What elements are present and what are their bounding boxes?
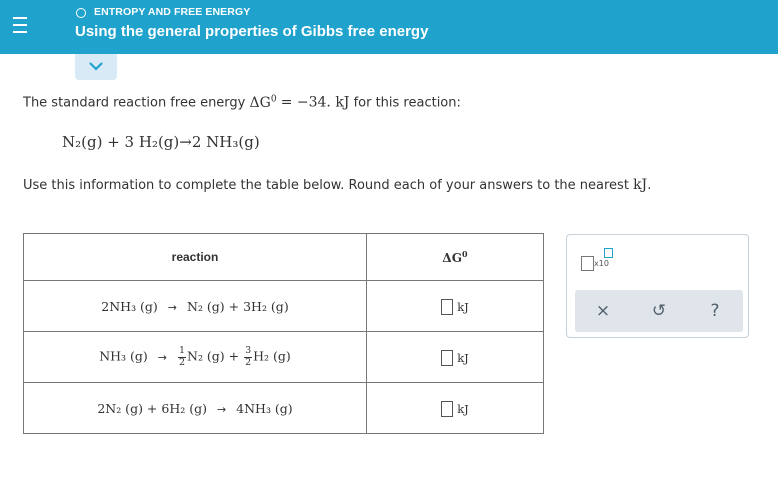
topic-label: ENTROPY AND FREE ENERGY: [94, 6, 251, 18]
x10-label: x10: [594, 259, 609, 268]
undo-icon: ↺: [651, 301, 667, 321]
answer-input[interactable]: [441, 401, 454, 417]
expand-tab[interactable]: [75, 54, 117, 80]
instructions-text: Use this information to complete the tab…: [23, 178, 629, 193]
help-button[interactable]: ?: [687, 290, 743, 332]
dg-symbol: ΔG0: [249, 94, 277, 111]
column-header-reaction: reaction: [23, 233, 367, 281]
answer-input[interactable]: [441, 350, 454, 366]
reaction-right: N₂ (g) + 3H₂ (g): [187, 298, 289, 314]
reaction-cell: 2N₂ (g) + 6H₂ (g) → 4NH₃ (g): [23, 382, 367, 434]
reaction-arrow: →: [157, 350, 167, 364]
instructions-period: .: [647, 178, 652, 193]
reaction-arrow: →: [167, 300, 178, 314]
hamburger-icon: [13, 17, 27, 19]
reaction-left: 2N₂ (g) + 6H₂ (g): [97, 400, 207, 416]
dg-header-symbol: ΔG: [442, 251, 462, 265]
reaction-cell: 2NH₃ (g) → N₂ (g) + 3H₂ (g): [23, 280, 367, 332]
chevron-down-icon: [89, 62, 103, 71]
unit-label: kJ: [457, 351, 469, 365]
reaction-left: 2NH₃ (g): [101, 298, 158, 314]
dg-value: = −34. kJ: [280, 94, 350, 111]
hamburger-icon-line: [13, 31, 27, 33]
intro-prefix: The standard reaction free energy: [23, 95, 246, 111]
page-title: Using the general properties of Gibbs fr…: [75, 23, 429, 40]
intro-suffix: for this reaction:: [353, 95, 461, 111]
fraction-numerator: 1: [177, 345, 186, 358]
unit-label: kJ: [457, 300, 469, 314]
answer-cell: kJ: [366, 331, 544, 383]
table-row: 2N₂ (g) + 6H₂ (g) → 4NH₃ (g) kJ: [23, 382, 544, 434]
header-bar: ENTROPY AND FREE ENERGY Using the genera…: [0, 0, 778, 54]
reaction-arrow: →: [216, 402, 227, 416]
topic-circle-icon: [76, 8, 86, 18]
table-row: 2NH₃ (g) → N₂ (g) + 3H₂ (g) kJ: [23, 280, 544, 332]
mantissa-box-icon: [581, 256, 594, 271]
fraction-denominator: 2: [178, 356, 185, 368]
table-header-row: reaction ΔG0: [23, 233, 544, 281]
scientific-notation-button[interactable]: x10: [581, 248, 613, 271]
tool-buttons-row: × ↺ ?: [575, 290, 743, 332]
dg-symbol-text: ΔG: [249, 94, 271, 111]
fraction-numerator: 3: [244, 345, 253, 358]
problem-intro: The standard reaction free energy ΔG0 = …: [23, 94, 461, 111]
column-header-dg: ΔG0: [366, 233, 544, 281]
close-icon: ×: [595, 301, 611, 321]
reaction-table: reaction ΔG0 2NH₃ (g) → N₂ (g) + 3H₂ (g)…: [23, 233, 544, 434]
reaction-term: H₂ (g): [253, 348, 291, 364]
reaction-equation: N₂(g) + 3 H₂(g)→2 NH₃(g): [62, 133, 260, 151]
clear-button[interactable]: ×: [575, 290, 631, 332]
exponent-box-icon: [604, 248, 613, 258]
fraction-denominator: 2: [245, 356, 252, 368]
dg-superscript: 0: [270, 94, 277, 104]
answer-cell: kJ: [366, 280, 544, 332]
undo-button[interactable]: ↺: [631, 290, 687, 332]
instructions-unit: kJ: [633, 177, 648, 193]
answer-input[interactable]: [441, 299, 454, 315]
unit-label: kJ: [457, 402, 469, 416]
menu-button[interactable]: [0, 0, 40, 54]
hamburger-icon-line: [13, 24, 27, 26]
help-icon: ?: [710, 301, 720, 321]
table-row: NH₃ (g) → 1 2 N₂ (g) + 3 2 H₂ (g) kJ: [23, 331, 544, 383]
reaction-right: 4NH₃ (g): [236, 400, 293, 416]
fraction: 32: [244, 345, 253, 368]
dg-header-superscript: 0: [461, 249, 468, 259]
answer-tools-panel: x10 × ↺ ?: [566, 234, 749, 338]
reaction-left: NH₃ (g): [99, 348, 148, 364]
reaction-cell: NH₃ (g) → 1 2 N₂ (g) + 3 2 H₂ (g): [23, 331, 367, 383]
answer-cell: kJ: [366, 382, 544, 434]
reaction-term: N₂ (g) +: [187, 348, 240, 364]
fraction: 12: [177, 345, 186, 368]
instructions: Use this information to complete the tab…: [23, 177, 651, 193]
